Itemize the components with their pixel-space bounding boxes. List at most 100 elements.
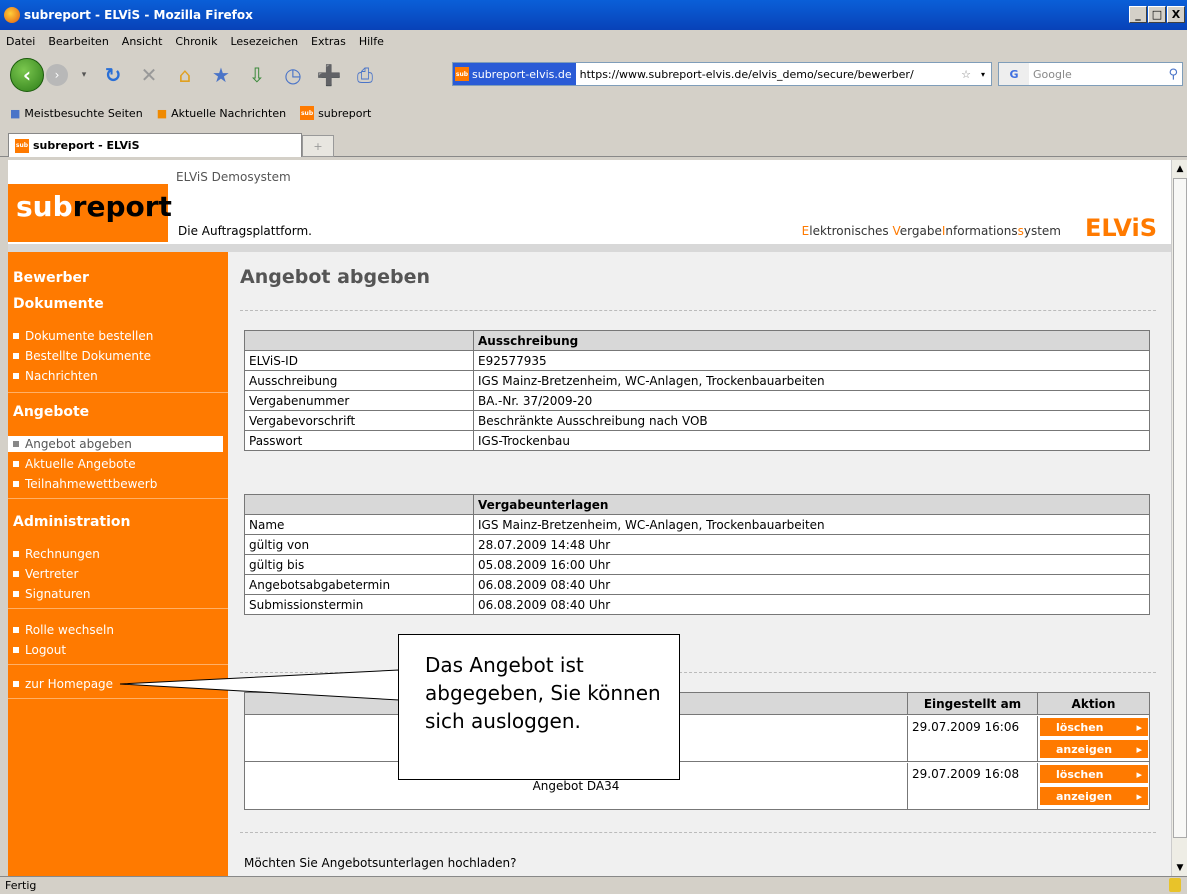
folder-icon: ■ (10, 106, 21, 120)
bullet-icon (13, 481, 19, 487)
bookmark-meistbesuchte[interactable]: ■ Meistbesuchte Seiten (10, 107, 143, 120)
url-dropdown-icon[interactable]: ▾ (975, 70, 991, 79)
table-row: ELViS-ID E92577935 (244, 350, 1150, 371)
col-aktion: Aktion (1037, 693, 1149, 715)
ausschreibung-table: Ausschreibung ELViS-ID E92577935 Ausschre… (244, 330, 1150, 451)
table-row: Angebot DA34 29.07.2009 16:08 löschen ▸ a… (245, 763, 1149, 809)
scroll-down-icon[interactable]: ▼ (1172, 859, 1187, 876)
table-header-empty (244, 330, 474, 351)
sidebar-item-bestellte-dokumente[interactable]: Bestellte Dokumente (13, 348, 151, 364)
bookmark-subreport[interactable]: sub subreport (300, 106, 371, 120)
show-button[interactable]: anzeigen ▸ (1040, 787, 1148, 805)
menu-extras[interactable]: Extras (311, 35, 346, 48)
play-icon: ▸ (1136, 742, 1142, 756)
search-box[interactable]: G Google ⚲ (998, 62, 1183, 86)
status-text: Fertig (5, 879, 37, 892)
sidebar-item-dokumente-bestellen[interactable]: Dokumente bestellen (13, 328, 153, 344)
site-name: subreport-elvis.de (472, 67, 572, 81)
col-eingestellt: Eingestellt am (907, 693, 1037, 715)
table-row: Vergabenummer BA.-Nr. 37/2009-20 (244, 390, 1150, 411)
vertical-scrollbar[interactable]: ▲ ▼ (1171, 160, 1187, 876)
menu-chronik[interactable]: Chronik (175, 35, 217, 48)
header-separator (8, 244, 1171, 252)
subreport-favicon: sub (300, 106, 315, 120)
reload-icon[interactable]: ↻ (100, 62, 126, 88)
minimize-button[interactable]: _ (1129, 6, 1147, 23)
sidebar-item-rolle-wechseln[interactable]: Rolle wechseln (13, 622, 114, 638)
menu-bar: Datei Bearbeiten Ansicht Chronik Lesezei… (0, 30, 1187, 52)
sidebar-item-vertreter[interactable]: Vertreter (13, 566, 78, 582)
table-row: Ausschreibung IGS Mainz-Bretzenheim, WC-A… (244, 370, 1150, 391)
sidebar-item-logout[interactable]: Logout (13, 642, 66, 658)
new-tab-button[interactable]: + (302, 135, 334, 157)
bullet-icon (13, 461, 19, 467)
scroll-thumb[interactable] (1173, 178, 1187, 838)
menu-hilfe[interactable]: Hilfe (359, 35, 384, 48)
subreport-favicon: sub (15, 138, 29, 153)
sidebar-divider (8, 664, 228, 665)
menu-lesezeichen[interactable]: Lesezeichen (230, 35, 298, 48)
sidebar-heading-administration: Administration (13, 514, 131, 530)
angebot-date: 29.07.2009 16:08 (907, 763, 1037, 809)
elvis-logo: ELViS (1084, 214, 1157, 242)
firefox-icon (4, 7, 20, 23)
star-icon[interactable]: ☆ (957, 68, 975, 81)
url-text[interactable]: https://www.subreport-elvis.de/elvis_dem… (576, 68, 957, 81)
table-row: 29.07.2009 16:06 löschen ▸ anzeigen ▸ (245, 716, 1149, 762)
sidebar-item-teilnahmewettbewerb[interactable]: Teilnahmewettbewerb (13, 476, 157, 492)
forward-button[interactable]: › (46, 64, 68, 86)
delete-button[interactable]: löschen ▸ (1040, 718, 1148, 736)
add-bookmark-icon[interactable]: ➕ (316, 62, 342, 88)
sidebar-item-nachrichten[interactable]: Nachrichten (13, 368, 98, 384)
back-button[interactable]: ‹ (10, 58, 44, 92)
bookmarks-toolbar: ■ Meistbesuchte Seiten ■ Aktuelle Nachrich… (0, 101, 1187, 125)
site-identity-badge[interactable]: sub subreport-elvis.de (453, 63, 576, 85)
menu-bearbeiten[interactable]: Bearbeiten (48, 35, 108, 48)
google-icon[interactable]: G (999, 63, 1029, 85)
download-icon[interactable]: ⇩ (244, 62, 270, 88)
bullet-icon (13, 441, 19, 447)
url-bar[interactable]: sub subreport-elvis.de https://www.subre… (452, 62, 992, 86)
upload-question: Möchten Sie Angebotsunterlagen hochladen… (244, 856, 517, 870)
history-icon[interactable]: ◷ (280, 62, 306, 88)
play-icon: ▸ (1136, 720, 1142, 734)
lock-icon[interactable] (1169, 878, 1181, 892)
home-icon[interactable]: ⌂ (172, 62, 198, 88)
dashed-divider (240, 672, 1156, 673)
bookmark-nachrichten[interactable]: ■ Aktuelle Nachrichten (157, 107, 286, 120)
menu-datei[interactable]: Datei (6, 35, 35, 48)
maximize-button[interactable]: □ (1148, 6, 1166, 23)
table-row: Submissionstermin 06.08.2009 08:40 Uhr (244, 594, 1150, 615)
sidebar-heading-bewerber[interactable]: Bewerber (13, 270, 89, 286)
subreport-logo[interactable]: subreport (16, 190, 172, 223)
page-title: Angebot abgeben (240, 266, 430, 288)
play-icon: ▸ (1136, 789, 1142, 803)
bullet-icon (13, 681, 19, 687)
show-button[interactable]: anzeigen ▸ (1040, 740, 1148, 758)
sidebar-item-homepage[interactable]: zur Homepage (13, 676, 113, 692)
bookmark-icon[interactable]: ★ (208, 62, 234, 88)
table-header: Ausschreibung (473, 330, 1150, 351)
sidebar-item-rechnungen[interactable]: Rechnungen (13, 546, 100, 562)
scroll-up-icon[interactable]: ▲ (1172, 160, 1187, 177)
print-icon[interactable]: ⎙ (352, 62, 378, 88)
sidebar-heading-angebote: Angebote (13, 404, 90, 420)
table-header-row: Eingestellt am Aktion (245, 693, 1149, 715)
sidebar-item-signaturen[interactable]: Signaturen (13, 586, 91, 602)
sidebar-item-aktuelle-angebote[interactable]: Aktuelle Angebote (13, 456, 136, 472)
bullet-icon (13, 627, 19, 633)
close-button[interactable]: X (1167, 6, 1185, 23)
search-icon[interactable]: ⚲ (1168, 67, 1182, 82)
bullet-icon (13, 551, 19, 557)
delete-button[interactable]: löschen ▸ (1040, 765, 1148, 783)
stop-icon[interactable]: ✕ (136, 62, 162, 88)
history-dropdown-icon[interactable]: ▾ (78, 62, 90, 88)
dashed-divider (240, 310, 1156, 311)
tab-subreport[interactable]: sub subreport - ELViS (8, 133, 302, 157)
table-row: Name IGS Mainz-Bretzenheim, WC-Anlagen, T… (244, 514, 1150, 535)
menu-ansicht[interactable]: Ansicht (122, 35, 163, 48)
search-placeholder: Google (1033, 67, 1072, 81)
sidebar-item-angebot-abgeben[interactable]: Angebot abgeben (8, 436, 223, 452)
bullet-icon (13, 571, 19, 577)
bullet-icon (13, 333, 19, 339)
